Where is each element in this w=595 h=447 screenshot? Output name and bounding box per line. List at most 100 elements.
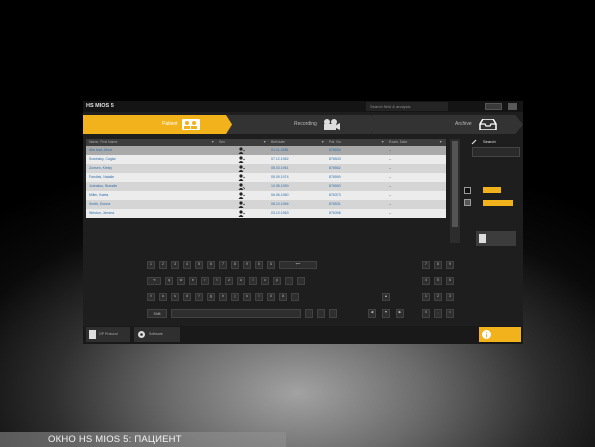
key-3[interactable]: 3 bbox=[171, 261, 179, 269]
filter-option-2-button[interactable] bbox=[483, 200, 513, 206]
document-icon bbox=[479, 234, 486, 243]
key-z[interactable]: z bbox=[225, 277, 233, 285]
key-k[interactable]: k bbox=[243, 293, 251, 301]
key-sz[interactable]: ß bbox=[267, 261, 275, 269]
key-i[interactable]: i bbox=[249, 277, 257, 285]
key-extra-5[interactable] bbox=[317, 309, 325, 318]
arrow-right-key[interactable]: ▶ bbox=[396, 309, 404, 318]
key-d[interactable]: d bbox=[183, 293, 191, 301]
table-row[interactable]: Sowinsky, Caglar 07.12.1962 876543 -- bbox=[86, 155, 446, 164]
header-exam-date[interactable]: Exam. Date bbox=[389, 139, 407, 146]
key-f[interactable]: f bbox=[195, 293, 203, 301]
space-bar[interactable] bbox=[171, 309, 301, 318]
arrow-down-key[interactable]: ▼ bbox=[382, 309, 390, 318]
key-extra-2[interactable] bbox=[297, 277, 305, 285]
table-row[interactable]: Abs bad, Ahnd 01.11.1985 876534 -- bbox=[86, 146, 446, 155]
key-2[interactable]: 2 bbox=[159, 261, 167, 269]
key-u[interactable]: u bbox=[237, 277, 245, 285]
cell-birthdate: 03.10.1963 bbox=[271, 211, 289, 215]
key-extra-6[interactable] bbox=[329, 309, 337, 318]
tab-patient[interactable]: Patient bbox=[83, 115, 235, 134]
key-4[interactable]: 4 bbox=[183, 261, 191, 269]
key-1[interactable]: 1 bbox=[147, 261, 155, 269]
key-oe[interactable]: ö bbox=[267, 293, 275, 301]
key-g[interactable]: g bbox=[207, 293, 215, 301]
table-row[interactable]: Fandisk, Natalie 05.09.1974 876590 -- bbox=[86, 173, 446, 182]
header-patient-number[interactable]: Pat. No. bbox=[329, 139, 342, 146]
filter-checkbox-2[interactable] bbox=[464, 199, 471, 206]
numpad-9[interactable]: 9 bbox=[446, 261, 454, 269]
numpad-7[interactable]: 7 bbox=[422, 261, 430, 269]
key-q[interactable]: q bbox=[165, 277, 173, 285]
cell-exam-date: -- bbox=[389, 157, 392, 161]
caps-lock-key[interactable]: ⇪ bbox=[147, 293, 155, 301]
numpad-3[interactable]: 3 bbox=[446, 293, 454, 301]
cell-exam-date: -- bbox=[389, 148, 392, 152]
cell-exam-date: -- bbox=[389, 202, 392, 206]
tab-recording[interactable]: Recording bbox=[226, 115, 378, 134]
key-r[interactable]: r bbox=[201, 277, 209, 285]
key-e[interactable]: e bbox=[189, 277, 197, 285]
table-scrollbar[interactable] bbox=[450, 139, 460, 243]
arrow-up-key[interactable]: ▲ bbox=[382, 293, 390, 301]
key-5[interactable]: 5 bbox=[195, 261, 203, 269]
window-minimize-button[interactable] bbox=[485, 103, 502, 110]
window-menu-button[interactable] bbox=[508, 103, 517, 110]
table-row[interactable]: Miller, Kaeta 06.06.1960 876373 -- bbox=[86, 191, 446, 200]
confirm-button[interactable] bbox=[479, 327, 521, 342]
cell-patient-number: 876373 bbox=[329, 193, 341, 197]
backspace-key[interactable]: ⟵ bbox=[279, 261, 317, 269]
filter-option-1-button[interactable] bbox=[483, 187, 501, 193]
shift-key[interactable]: Shift bbox=[147, 309, 167, 318]
table-row[interactable]: Weston, Jemma 03.10.1963 876398 -- bbox=[86, 209, 446, 218]
settings-button[interactable]: Software bbox=[134, 327, 180, 342]
key-6[interactable]: 6 bbox=[207, 261, 215, 269]
filter-checkbox-1[interactable] bbox=[464, 187, 471, 194]
table-row[interactable]: Johnston, Brandie 10.08.1990 876590 -- bbox=[86, 182, 446, 191]
key-extra-4[interactable] bbox=[305, 309, 313, 318]
arrow-left-key[interactable]: ◀ bbox=[368, 309, 376, 318]
header-name[interactable]: Name, First Name bbox=[89, 139, 117, 146]
table-row[interactable]: Zunsen, Kiesly 08.03.1961 876562 -- bbox=[86, 164, 446, 173]
numpad-equals[interactable]: = bbox=[446, 309, 454, 318]
numpad-8[interactable]: 8 bbox=[434, 261, 442, 269]
key-extra-3[interactable] bbox=[291, 293, 299, 301]
cell-exam-date: -- bbox=[389, 184, 392, 188]
key-t[interactable]: t bbox=[213, 277, 221, 285]
table-row[interactable]: Smith, Donna 08.10.1966 876531 -- bbox=[86, 200, 446, 209]
key-p[interactable]: p bbox=[273, 277, 281, 285]
header-birthdate[interactable]: Birthdate bbox=[271, 139, 285, 146]
tab-key[interactable]: ⇥ bbox=[147, 277, 161, 285]
key-8[interactable]: 8 bbox=[231, 261, 239, 269]
key-s[interactable]: s bbox=[171, 293, 179, 301]
key-o[interactable]: o bbox=[261, 277, 269, 285]
key-ae[interactable]: ä bbox=[279, 293, 287, 301]
scrollbar-thumb[interactable] bbox=[452, 141, 458, 227]
numpad-5[interactable]: 5 bbox=[434, 277, 442, 285]
key-a[interactable]: a bbox=[159, 293, 167, 301]
global-search-input[interactable]: Search field & analysis bbox=[366, 102, 448, 111]
patient-search-input[interactable] bbox=[472, 147, 520, 157]
numpad-comma[interactable]: , bbox=[434, 309, 442, 318]
new-patient-button[interactable]: OP Protocol bbox=[86, 327, 130, 342]
numpad-6[interactable]: 6 bbox=[446, 277, 454, 285]
key-l[interactable]: l bbox=[255, 293, 263, 301]
app-window: HS MIOS 5 Search field & analysis Patien… bbox=[83, 101, 523, 344]
camera-icon bbox=[324, 119, 340, 130]
key-w[interactable]: w bbox=[177, 277, 185, 285]
numpad-1[interactable]: 1 bbox=[422, 293, 430, 301]
numpad-2[interactable]: 2 bbox=[434, 293, 442, 301]
numpad-0[interactable]: 0 bbox=[422, 309, 430, 318]
patient-male-icon bbox=[238, 201, 245, 208]
key-h[interactable]: h bbox=[219, 293, 227, 301]
cell-birthdate: 08.03.1961 bbox=[271, 166, 289, 170]
header-sex[interactable]: Sex bbox=[219, 139, 225, 146]
key-0[interactable]: 0 bbox=[255, 261, 263, 269]
numpad-4[interactable]: 4 bbox=[422, 277, 430, 285]
tab-archive[interactable]: Archive bbox=[371, 115, 523, 134]
key-j[interactable]: j bbox=[231, 293, 239, 301]
key-7[interactable]: 7 bbox=[219, 261, 227, 269]
import-button[interactable] bbox=[476, 231, 516, 246]
key-extra-1[interactable] bbox=[285, 277, 293, 285]
key-9[interactable]: 9 bbox=[243, 261, 251, 269]
